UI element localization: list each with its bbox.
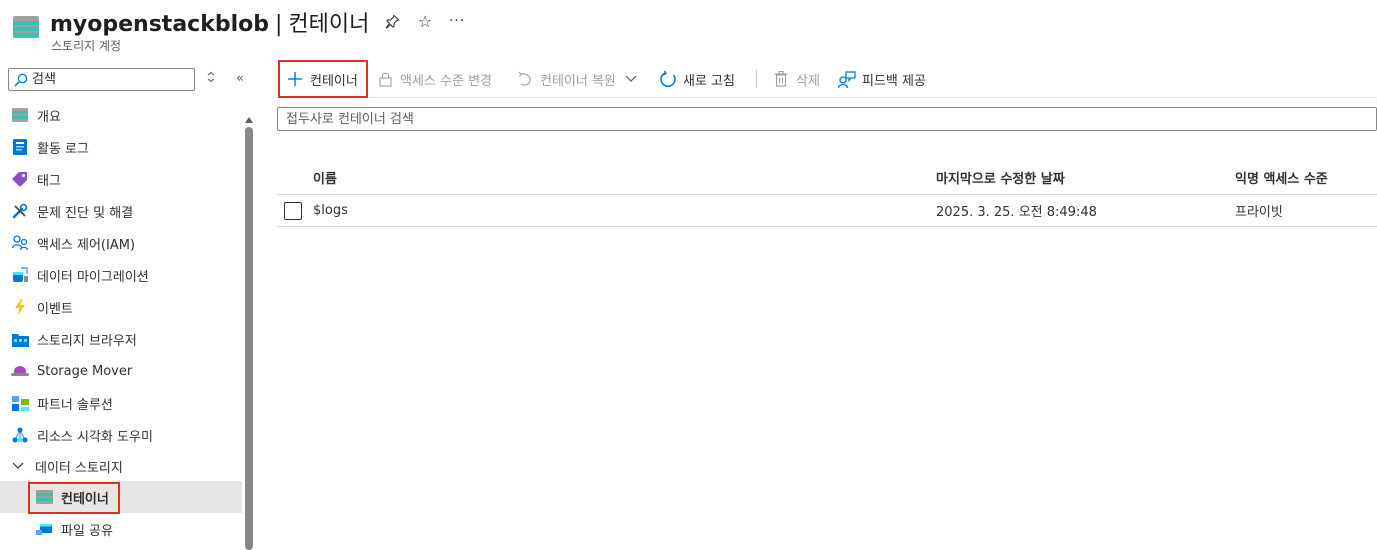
sidebar-item-data-migration[interactable]: 데이터 마이그레이션: [0, 259, 242, 291]
sidebar-item-diagnose[interactable]: 문제 진단 및 해결: [0, 195, 242, 227]
sidebar-search-input[interactable]: [32, 72, 182, 87]
sidebar-nav: 개요 활동 로그 태그 문제 진단 및 해결 액세스 제어(IAM) 데이터 마…: [0, 99, 242, 545]
command-bar: 컨테이너 액세스 수준 변경 컨테이너 복원 새로 고침 삭제 피드백 제공: [276, 60, 1377, 98]
row-checkbox[interactable]: [284, 202, 302, 220]
sidebar: « 개요 활동 로그 태그 문제 진단 및 해결 액세스 제어(IAM) 데이터…: [0, 60, 256, 550]
refresh-label: 새로 고침: [683, 73, 735, 89]
scrollbar-thumb[interactable]: [245, 127, 253, 550]
resource-type-subtitle: 스토리지 계정: [51, 39, 122, 53]
partner-icon: [11, 394, 29, 412]
sidebar-item-storage-mover[interactable]: Storage Mover: [0, 355, 242, 387]
toolbar-divider: [756, 70, 757, 88]
sidebar-item-containers[interactable]: 컨테이너: [0, 481, 242, 514]
tag-icon: [11, 170, 29, 188]
sidebar-item-overview[interactable]: 개요: [0, 99, 242, 131]
containers-table: 이름 마지막으로 수정한 날짜 익명 액세스 수준 $logs 2025. 3.…: [277, 160, 1377, 227]
delete-label: 삭제: [796, 73, 820, 89]
refresh-button[interactable]: 새로 고침: [659, 60, 735, 98]
page-title: myopenstackblob | 컨테이너: [50, 6, 369, 38]
chevron-down-icon: [622, 70, 640, 88]
pin-icon[interactable]: [383, 12, 401, 30]
restore-container-label: 컨테이너 복원: [540, 73, 616, 89]
change-access-level-label: 액세스 수준 변경: [400, 73, 492, 89]
trash-icon: [772, 70, 790, 88]
sidebar-item-label: 활동 로그: [37, 141, 89, 157]
refresh-icon: [659, 70, 677, 88]
sidebar-item-storage-browser[interactable]: 스토리지 브라우저: [0, 323, 242, 355]
lock-icon: [376, 70, 394, 88]
sidebar-item-label: Storage Mover: [37, 363, 133, 379]
resource-name: myopenstackblob: [50, 12, 269, 37]
search-icon: [14, 73, 28, 86]
wrench-icon: [11, 202, 29, 220]
add-container-label: 컨테이너: [310, 73, 358, 89]
restore-container-button[interactable]: 컨테이너 복원: [516, 60, 640, 98]
sidebar-item-label: 데이터 마이그레이션: [37, 269, 149, 285]
sidebar-item-label: 파트너 솔루션: [37, 397, 113, 413]
sidebar-item-events[interactable]: 이벤트: [0, 291, 242, 323]
sidebar-item-label: 스토리지 브라우저: [37, 333, 137, 349]
sidebar-item-label: 액세스 제어(IAM): [37, 237, 136, 253]
sidebar-group-label: 데이터 스토리지: [35, 460, 123, 476]
sidebar-item-label: 태그: [37, 173, 61, 189]
container-filter[interactable]: [277, 107, 1377, 131]
feedback-person-icon: [838, 70, 856, 88]
container-name[interactable]: $logs: [313, 195, 348, 226]
scroll-up-arrow-icon[interactable]: [245, 117, 253, 123]
sidebar-item-label: 개요: [37, 109, 61, 125]
storage-mover-icon: [11, 362, 29, 380]
add-container-button[interactable]: 컨테이너: [278, 60, 368, 98]
storage-browser-icon: [11, 330, 29, 348]
sidebar-group-data-storage[interactable]: 데이터 스토리지: [0, 451, 242, 481]
column-header-access-level[interactable]: 익명 액세스 수준: [1235, 160, 1328, 194]
table-header: 이름 마지막으로 수정한 날짜 익명 액세스 수준: [277, 160, 1377, 195]
expand-collapse-icon[interactable]: [206, 71, 216, 86]
delete-button[interactable]: 삭제: [772, 60, 820, 98]
prefix-search-input[interactable]: [286, 111, 1376, 127]
page-header: myopenstackblob | 컨테이너 스토리지 계정 ☆ ···: [0, 0, 1377, 58]
access-level-cell: 프라이빗: [1235, 205, 1283, 220]
sidebar-item-partner-solutions[interactable]: 파트너 솔루션: [0, 387, 242, 419]
favorite-star-icon[interactable]: ☆: [416, 12, 434, 31]
feedback-button[interactable]: 피드백 제공: [838, 60, 926, 98]
collapse-sidebar-button[interactable]: «: [236, 71, 244, 86]
resource-visualizer-icon: [11, 426, 29, 444]
last-modified-cell: 2025. 3. 25. 오전 8:49:48: [936, 205, 1097, 220]
sidebar-item-activity-log[interactable]: 활동 로그: [0, 131, 242, 163]
sidebar-scrollbar[interactable]: [244, 117, 254, 550]
sidebar-item-file-shares[interactable]: 파일 공유: [0, 513, 242, 545]
lightning-icon: [11, 298, 29, 316]
sidebar-item-iam[interactable]: 액세스 제어(IAM): [0, 227, 242, 259]
chevron-down-icon: [11, 457, 25, 475]
plus-icon: [286, 70, 304, 88]
activity-log-icon: [11, 138, 29, 156]
title-separator: |: [275, 12, 283, 37]
container-icon: [35, 488, 53, 506]
sidebar-search[interactable]: [8, 68, 195, 91]
people-icon: [11, 234, 29, 252]
sidebar-item-label: 리소스 시각화 도우미: [37, 429, 153, 445]
column-header-last-modified[interactable]: 마지막으로 수정한 날짜: [936, 160, 1065, 194]
column-header-name[interactable]: 이름: [313, 160, 337, 194]
migration-icon: [11, 266, 29, 284]
sidebar-item-label: 이벤트: [37, 301, 73, 317]
sidebar-item-tags[interactable]: 태그: [0, 163, 242, 195]
page-name: 컨테이너: [288, 12, 370, 37]
sidebar-item-label: 컨테이너: [61, 491, 109, 507]
more-options-button[interactable]: ···: [448, 12, 466, 30]
storage-overview-icon: [11, 106, 29, 124]
storage-account-icon: [13, 16, 39, 38]
table-row[interactable]: $logs 2025. 3. 25. 오전 8:49:48 프라이빗: [277, 195, 1377, 227]
change-access-level-button[interactable]: 액세스 수준 변경: [376, 60, 492, 98]
undo-icon: [516, 70, 534, 88]
sidebar-item-label: 파일 공유: [61, 523, 113, 539]
sidebar-item-resource-visualizer[interactable]: 리소스 시각화 도우미: [0, 419, 242, 451]
sidebar-item-label: 문제 진단 및 해결: [37, 205, 134, 221]
file-share-icon: [35, 520, 53, 538]
feedback-label: 피드백 제공: [862, 73, 926, 89]
